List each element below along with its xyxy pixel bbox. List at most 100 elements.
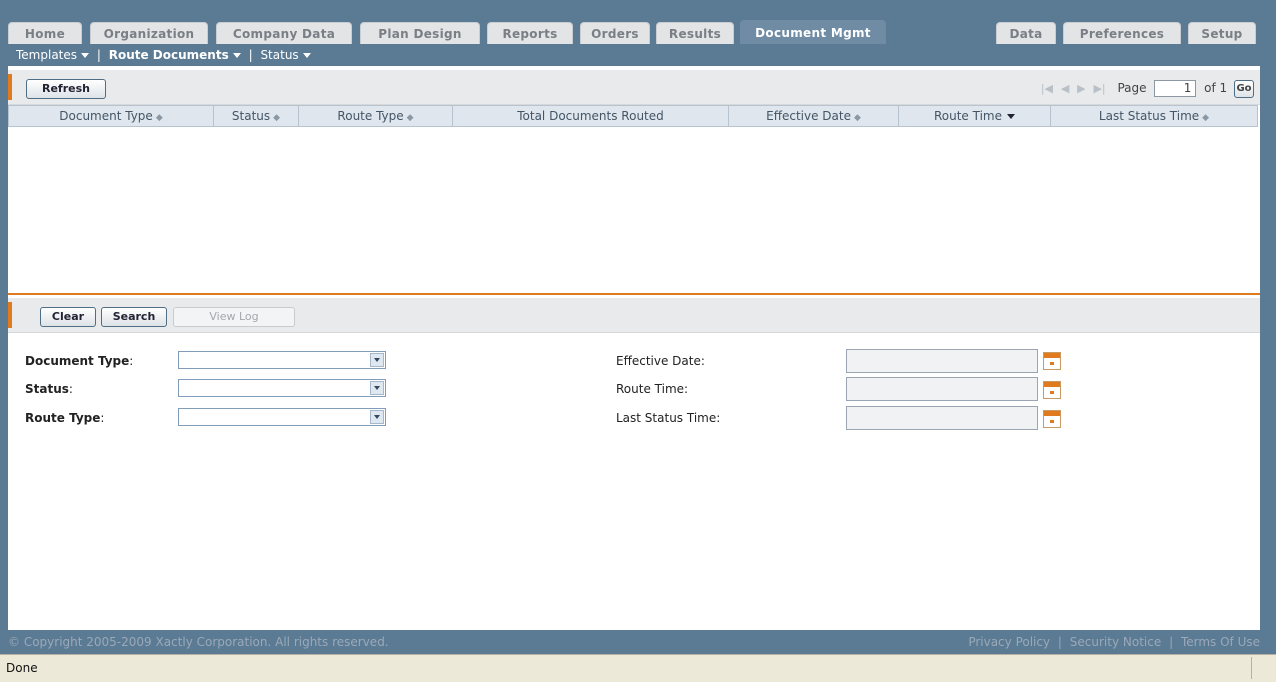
- column-label: Total Documents Routed: [517, 109, 664, 123]
- next-page-icon[interactable]: ▶: [1077, 79, 1085, 99]
- search-toolbar: Clear Search View Log: [8, 298, 1260, 333]
- route-type-select[interactable]: [178, 408, 386, 426]
- column-effective-date[interactable]: Effective Date ◆: [729, 106, 899, 126]
- footer-links: Privacy Policy | Security Notice | Terms…: [968, 632, 1260, 652]
- status-text: Done: [6, 661, 38, 675]
- tab-preferences[interactable]: Preferences: [1063, 22, 1181, 44]
- subnav-separator: |: [248, 48, 253, 62]
- tab-setup[interactable]: Setup: [1188, 22, 1256, 44]
- sort-descending-icon: [1007, 114, 1015, 119]
- subnav-status[interactable]: Status: [260, 46, 311, 64]
- calendar-header: [1044, 353, 1060, 358]
- refresh-button[interactable]: Refresh: [26, 79, 106, 99]
- chevron-down-icon: [302, 53, 311, 58]
- grid-toolbar: Refresh |◀ ◀ ▶ ▶| Page 1 of 1 Go: [8, 70, 1260, 105]
- calendar-day: [1050, 362, 1054, 365]
- label-text: Document Type: [25, 354, 130, 368]
- toolbar-accent: [8, 302, 12, 328]
- first-page-icon[interactable]: |◀: [1041, 79, 1053, 99]
- terms-of-use-link[interactable]: Terms Of Use: [1181, 635, 1260, 649]
- section-divider: [8, 293, 1260, 295]
- label-colon: :: [100, 411, 105, 425]
- status-label: Status:: [25, 382, 73, 396]
- column-label: Last Status Time: [1098, 109, 1200, 123]
- column-label: Route Time: [933, 109, 1002, 123]
- column-label: Effective Date: [766, 109, 851, 123]
- effective-date-input[interactable]: [846, 349, 1038, 373]
- subnav-separator: |: [96, 48, 101, 62]
- chevron-down-icon: [81, 53, 90, 58]
- calendar-day: [1050, 391, 1054, 394]
- tab-home[interactable]: Home: [8, 22, 82, 44]
- tab-results[interactable]: Results: [656, 22, 734, 44]
- chevron-down-icon: [232, 53, 241, 58]
- column-label: Document Type: [59, 109, 153, 123]
- resize-grip-icon[interactable]: [1251, 657, 1276, 679]
- column-label: Status: [231, 109, 271, 123]
- subnav-route-documents[interactable]: Route Documents: [109, 46, 241, 64]
- sort-icon: ◆: [155, 113, 163, 123]
- calendar-icon[interactable]: [1043, 410, 1061, 428]
- route-time-input[interactable]: [846, 377, 1038, 401]
- last-page-icon[interactable]: ▶|: [1093, 79, 1105, 99]
- tab-reports[interactable]: Reports: [487, 22, 573, 44]
- privacy-policy-link[interactable]: Privacy Policy: [968, 635, 1050, 649]
- calendar-icon[interactable]: [1043, 381, 1061, 399]
- page-number-input[interactable]: 1: [1154, 80, 1197, 97]
- route-type-label: Route Type:: [25, 411, 104, 425]
- security-notice-link[interactable]: Security Notice: [1070, 635, 1161, 649]
- go-button[interactable]: Go: [1234, 79, 1254, 98]
- main-content: Refresh |◀ ◀ ▶ ▶| Page 1 of 1 Go Documen…: [8, 66, 1260, 630]
- browser-status-bar: Done: [0, 654, 1276, 682]
- clear-button[interactable]: Clear: [40, 307, 96, 327]
- footer-separator: |: [1169, 635, 1174, 649]
- last-status-time-input[interactable]: [846, 406, 1038, 430]
- column-last-status-time[interactable]: Last Status Time ◆: [1051, 106, 1257, 126]
- route-time-label: Route Time:: [616, 382, 689, 396]
- page-footer: © Copyright 2005-2009 Xactly Corporation…: [8, 632, 1260, 652]
- label-colon: :: [129, 354, 134, 368]
- prev-page-icon[interactable]: ◀: [1061, 79, 1069, 99]
- sort-icon: ◆: [1202, 113, 1210, 123]
- tab-company-data[interactable]: Company Data: [216, 22, 352, 44]
- document-type-select[interactable]: [178, 351, 386, 369]
- document-type-label: Document Type:: [25, 354, 133, 368]
- subnav-templates[interactable]: Templates: [16, 46, 90, 64]
- status-select[interactable]: [178, 379, 386, 397]
- footer-separator: |: [1057, 635, 1062, 649]
- tab-document-mgmt[interactable]: Document Mgmt: [740, 20, 886, 44]
- column-route-time[interactable]: Route Time: [899, 106, 1051, 126]
- app-frame: Home Organization Company Data Plan Desi…: [0, 0, 1276, 692]
- window-bottom-edge: [0, 682, 1276, 692]
- column-status[interactable]: Status ◆: [214, 106, 299, 126]
- sub-navigation: Templates | Route Documents | Status: [16, 46, 311, 64]
- column-document-type[interactable]: Document Type ◆: [9, 106, 214, 126]
- calendar-header: [1044, 411, 1060, 416]
- column-label: Route Type: [337, 109, 404, 123]
- page-of-label: of 1: [1204, 81, 1228, 95]
- dropdown-arrow-icon[interactable]: [370, 410, 384, 424]
- tab-orders[interactable]: Orders: [580, 22, 650, 44]
- page-label: Page: [1117, 81, 1147, 95]
- search-button[interactable]: Search: [101, 307, 167, 327]
- tab-data[interactable]: Data: [996, 22, 1056, 44]
- column-route-type[interactable]: Route Type ◆: [299, 106, 453, 126]
- label-text: Route Type: [25, 411, 101, 425]
- effective-date-label: Effective Date:: [616, 354, 705, 368]
- main-tab-bar: Home Organization Company Data Plan Desi…: [8, 18, 1268, 44]
- tab-organization[interactable]: Organization: [90, 22, 208, 44]
- copyright-text: © Copyright 2005-2009 Xactly Corporation…: [8, 635, 389, 649]
- sort-icon: ◆: [273, 113, 281, 123]
- grid-header: Document Type ◆ Status ◆ Route Type ◆ Total…: [8, 105, 1258, 127]
- calendar-day: [1050, 420, 1054, 423]
- subnav-route-documents-label: Route Documents: [108, 48, 229, 62]
- column-total-documents-routed[interactable]: Total Documents Routed: [453, 106, 729, 126]
- tab-plan-design[interactable]: Plan Design: [360, 22, 480, 44]
- label-text: Status: [25, 382, 69, 396]
- subnav-templates-label: Templates: [16, 48, 78, 62]
- calendar-icon[interactable]: [1043, 352, 1061, 370]
- view-log-button[interactable]: View Log: [173, 307, 295, 327]
- dropdown-arrow-icon[interactable]: [370, 353, 384, 367]
- label-colon: :: [68, 382, 73, 396]
- dropdown-arrow-icon[interactable]: [370, 381, 384, 395]
